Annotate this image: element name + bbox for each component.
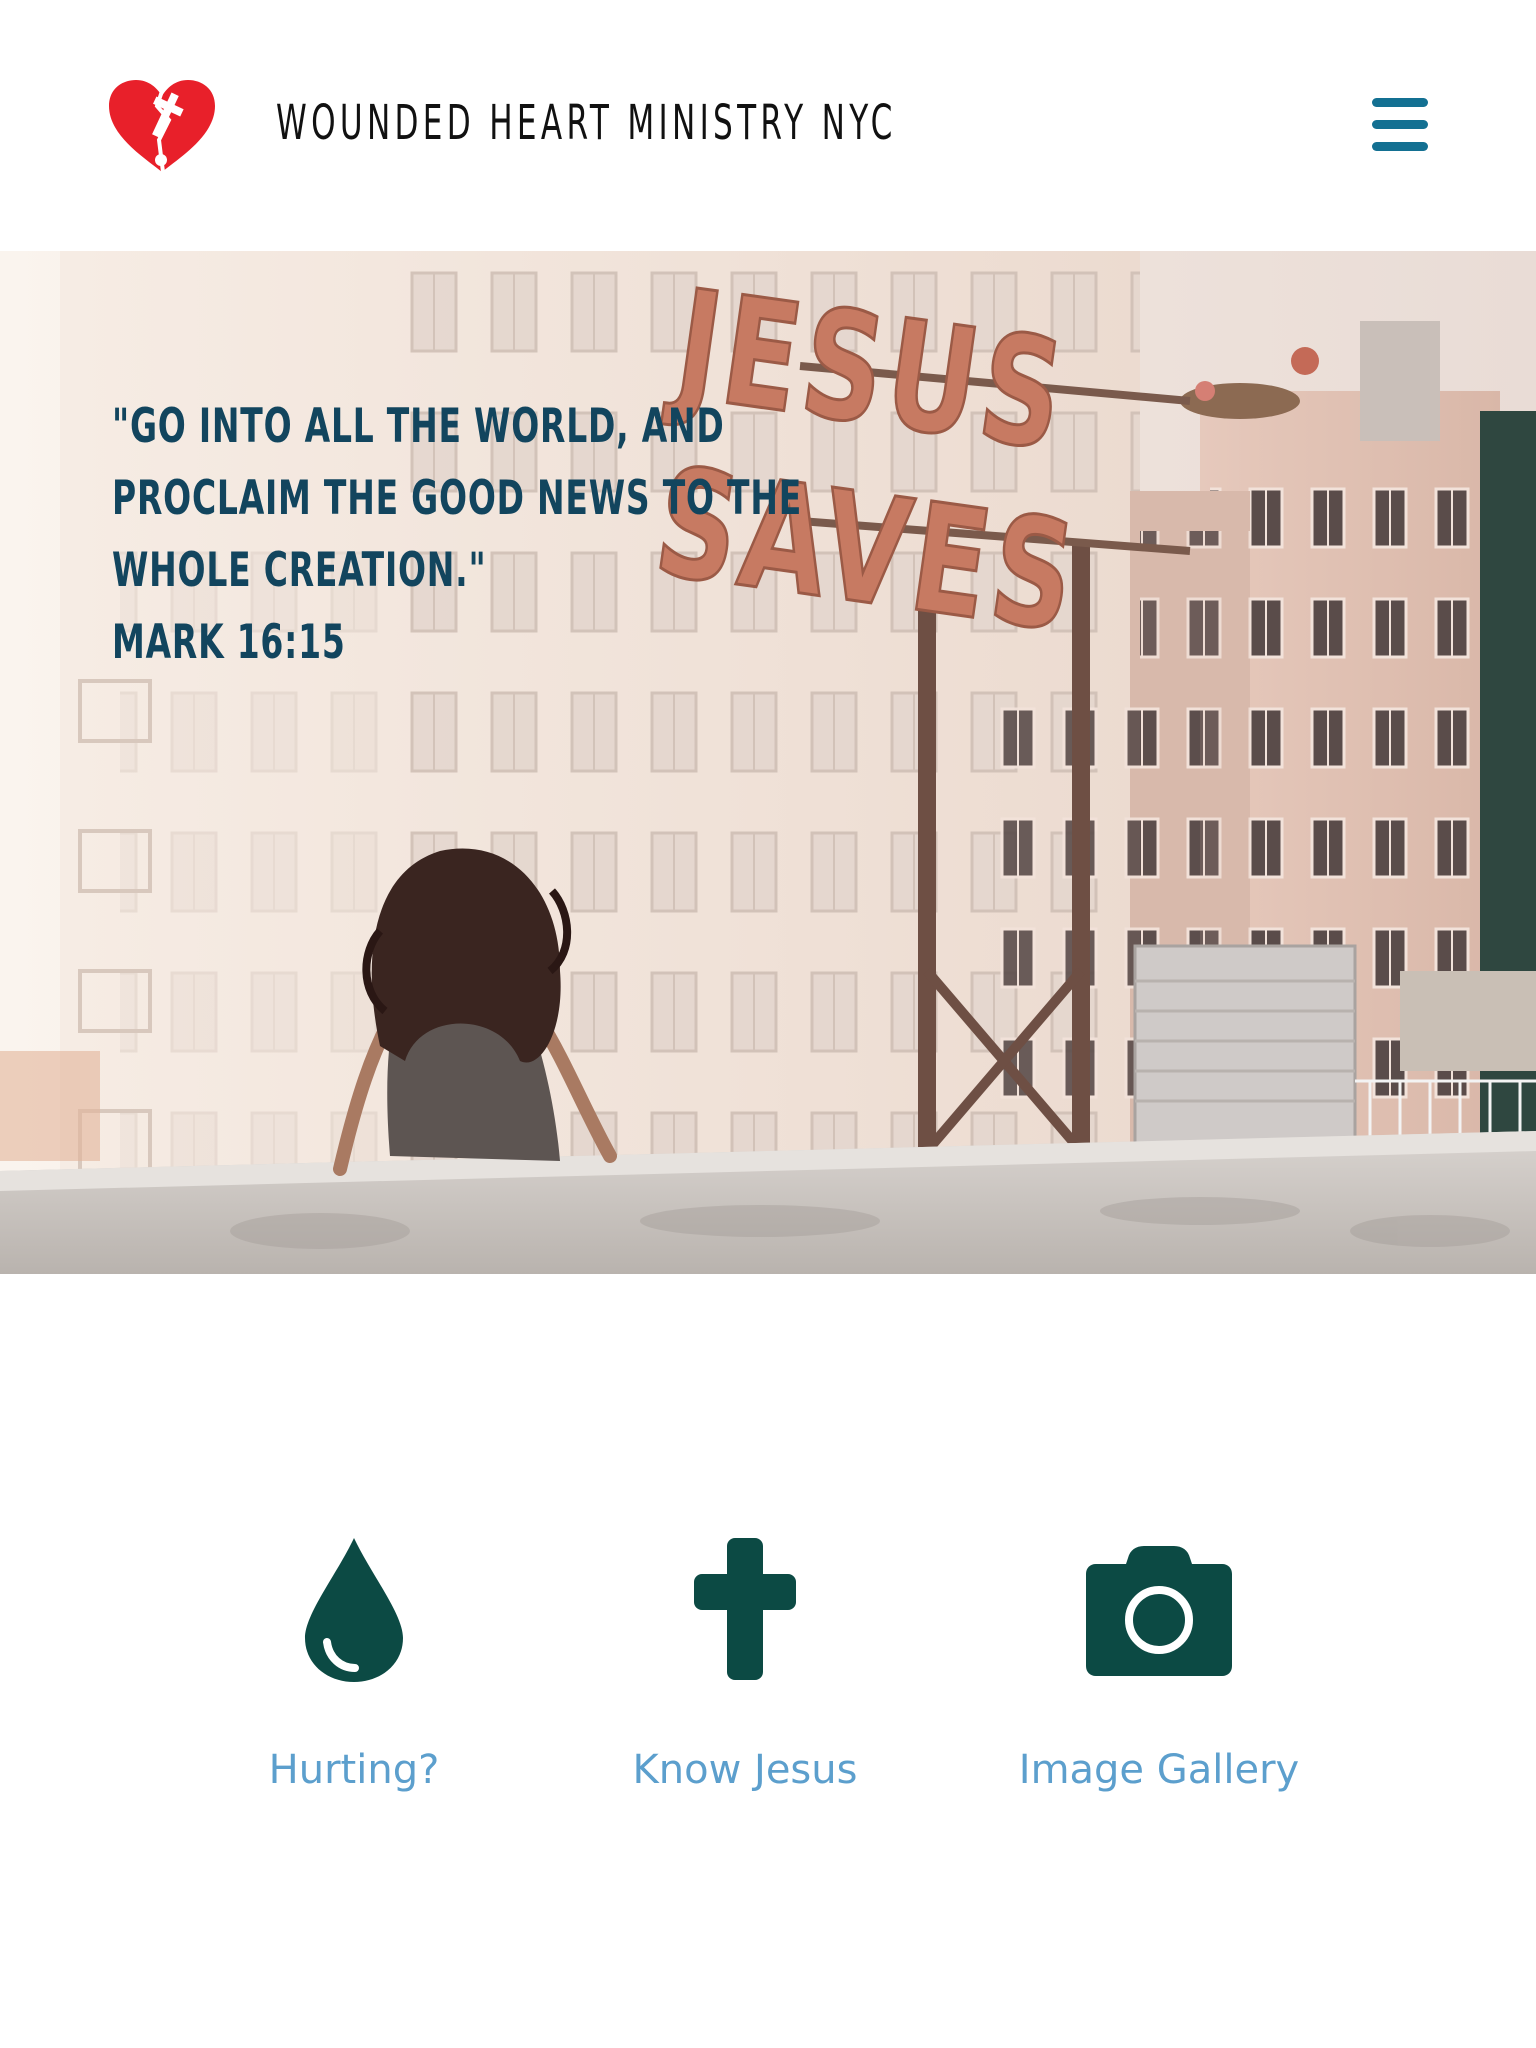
know-jesus-label[interactable]: Know Jesus — [565, 1746, 925, 1794]
site-title[interactable]: WOUNDED HEART MINISTRY NYC — [276, 95, 897, 151]
bible-verse: "GO INTO ALL THE WORLD, AND PROCLAIM THE… — [112, 391, 803, 679]
verse-line: "GO INTO ALL THE WORLD, AND — [112, 399, 725, 454]
hurting-label[interactable]: Hurting? — [174, 1746, 534, 1794]
camera-icon — [1086, 1546, 1232, 1676]
site-header: WOUNDED HEART MINISTRY NYC — [0, 0, 1536, 251]
feature-links: Hurting? Know Jesus Image Gallery — [0, 1274, 1536, 2048]
water-drop-icon — [305, 1538, 403, 1682]
broken-heart-cross-icon[interactable] — [105, 76, 219, 174]
verse-line: WHOLE CREATION." — [112, 543, 487, 598]
hurting-link[interactable]: Hurting? — [174, 1534, 534, 1804]
menu-bar — [1372, 120, 1428, 129]
menu-bar — [1372, 98, 1428, 107]
image-gallery-link[interactable]: Image Gallery — [979, 1534, 1339, 1804]
hero-banner: JESUS SAVES "GO INTO ALL THE WORLD, AND … — [0, 251, 1536, 1274]
hamburger-menu-icon[interactable] — [1366, 96, 1430, 152]
know-jesus-link[interactable]: Know Jesus — [565, 1534, 925, 1804]
image-gallery-label[interactable]: Image Gallery — [979, 1746, 1339, 1794]
menu-bar — [1372, 142, 1428, 151]
cross-icon — [694, 1538, 796, 1680]
page: WOUNDED HEART MINISTRY NYC JESUS SAVES "… — [0, 0, 1536, 2048]
verse-line: PROCLAIM THE GOOD NEWS TO THE — [112, 471, 803, 526]
verse-reference: MARK 16:15 — [112, 615, 346, 670]
